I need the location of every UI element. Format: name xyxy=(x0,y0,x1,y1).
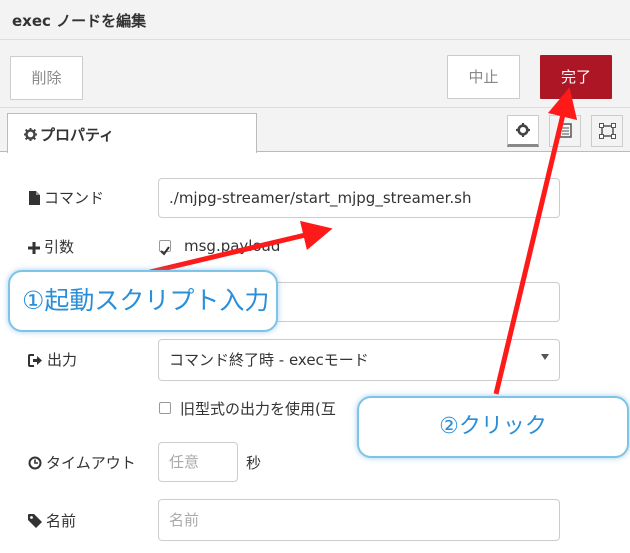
callout-step2: ②クリック xyxy=(357,396,629,458)
callout-step1-text: ①起動スクリプト入力 xyxy=(22,286,270,315)
arrow-to-done-button xyxy=(493,87,578,395)
arrow-to-command-input xyxy=(149,220,333,275)
callout-step2-text: ②クリック xyxy=(439,414,547,439)
callout-step1: ①起動スクリプト入力 xyxy=(8,270,278,332)
